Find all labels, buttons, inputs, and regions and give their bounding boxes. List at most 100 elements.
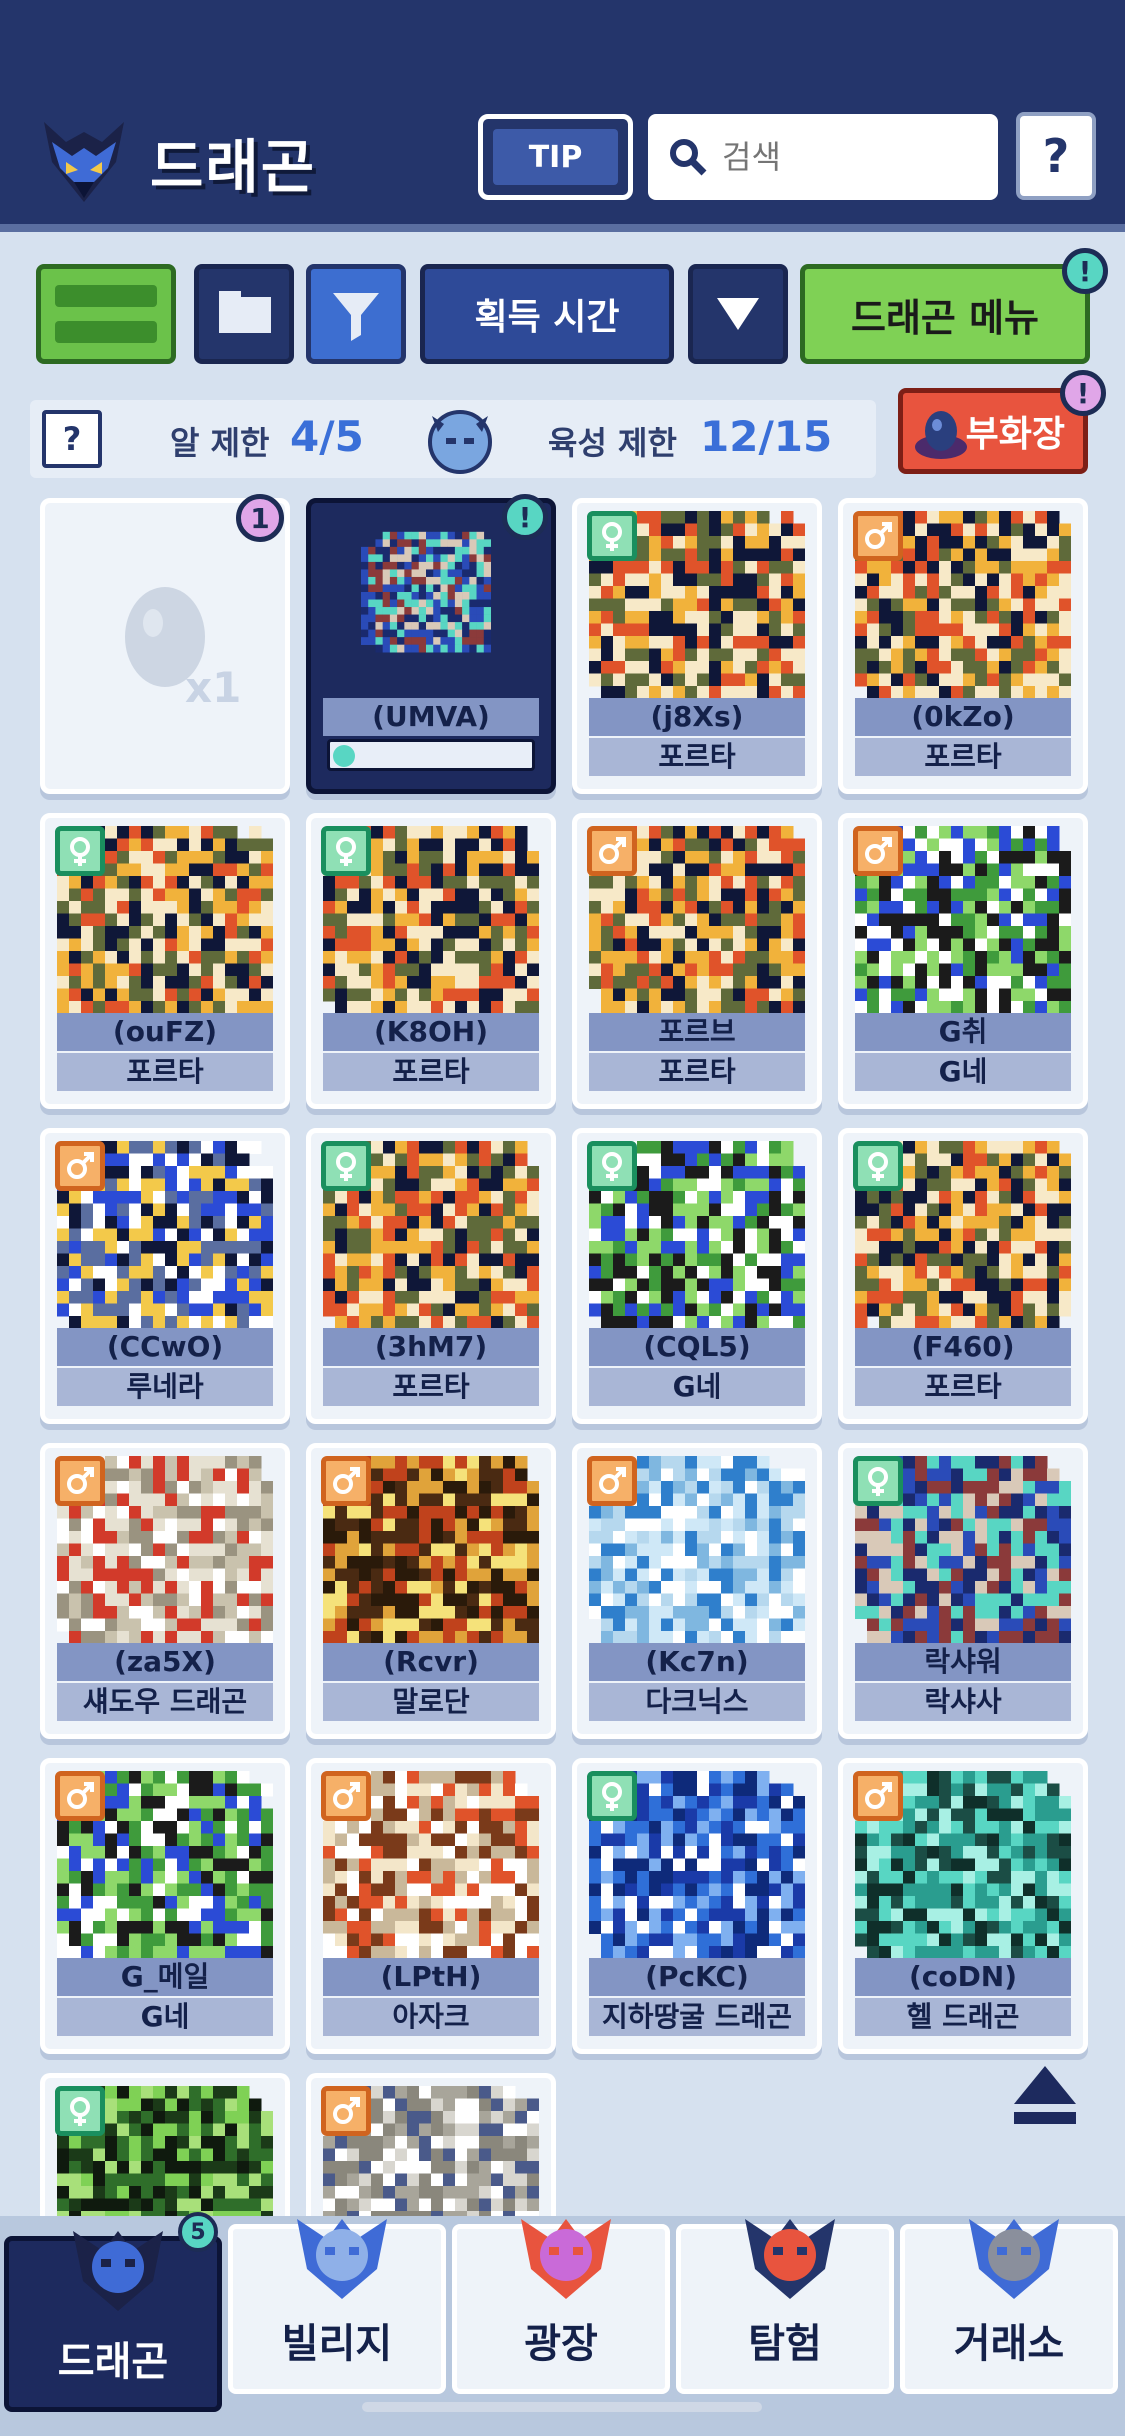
dragon-card[interactable]: (za5X) 섀도우 드래곤 (40, 1443, 290, 1739)
dragon-card[interactable]: (3hM7) 포르타 (306, 1128, 556, 1424)
filter-icon (333, 293, 379, 341)
male-gender-icon (55, 1771, 105, 1821)
dragon-species: G네 (589, 1368, 805, 1406)
dragon-name: G_메일 (57, 1958, 273, 1996)
help-button[interactable]: ? (1016, 112, 1096, 200)
dragon-card[interactable]: G취 G네 (838, 813, 1088, 1109)
dragon-card[interactable]: (ouFZ) 포르타 (40, 813, 290, 1109)
tip-button[interactable]: TIP (478, 114, 633, 200)
female-gender-icon (853, 1141, 903, 1191)
dragon-name: (coDN) (855, 1958, 1071, 1996)
dragon-card[interactable]: (K8OH) 포르타 (306, 813, 556, 1109)
male-gender-icon (587, 1456, 637, 1506)
female-gender-icon (55, 826, 105, 876)
growth-progress-bar (327, 739, 535, 771)
sort-button[interactable]: 획득 시간 (420, 264, 674, 364)
search-field[interactable] (648, 114, 998, 200)
female-gender-icon (321, 826, 371, 876)
nav-tab-3[interactable]: 탐험 (676, 2219, 894, 2394)
male-gender-icon (55, 1141, 105, 1191)
nav-label: 광장 (524, 2321, 598, 2367)
female-gender-icon (587, 1141, 637, 1191)
nav-tab-1[interactable]: 빌리지 (228, 2219, 446, 2394)
home-indicator (362, 2402, 762, 2412)
hatchery-alert-badge: ! (1060, 370, 1106, 416)
search-input[interactable] (722, 138, 962, 176)
dragon-card[interactable]: (CQL5) G네 (572, 1128, 822, 1424)
selected-card-alert-badge: ! (502, 494, 548, 540)
dragon-species: 포르타 (589, 738, 805, 776)
dragon-species: 헬 드래곤 (855, 1998, 1071, 2036)
dragon-species: G네 (57, 1998, 273, 2036)
folder-button[interactable] (194, 264, 294, 364)
dragon-name: 락샤워 (855, 1643, 1071, 1681)
dragon-name: (PcKC) (589, 1958, 805, 1996)
dragon-species: 아자크 (323, 1998, 539, 2036)
dragon-card[interactable]: (PcKC) 지하땅굴 드래곤 (572, 1758, 822, 2054)
list-bar-bottom-icon (55, 321, 157, 343)
dragon-name: (3hM7) (323, 1328, 539, 1366)
top-header: 드래곤 TIP ? (0, 0, 1125, 232)
dragon-tab-badge: 5 (178, 2212, 218, 2252)
female-gender-icon (853, 1456, 903, 1506)
egg-limit-label: 알 제한 (170, 424, 270, 462)
male-gender-icon (853, 826, 903, 876)
tip-label: TIP (493, 129, 618, 185)
dragon-card[interactable]: G_메일 G네 (40, 1758, 290, 2054)
dragon-menu-button[interactable]: 드래곤 메뉴 (800, 264, 1090, 364)
dragon-card[interactable]: (j8Xs) 포르타 (572, 498, 822, 794)
egg-card[interactable]: x1 (40, 498, 290, 794)
dragon-name: (K8OH) (323, 1013, 539, 1051)
limit-bar: ? 알 제한 4/5 육성 제한 12/15 (30, 400, 876, 478)
search-icon (670, 139, 707, 176)
nav-tab-0[interactable]: 드래곤 (4, 2231, 222, 2412)
dragon-name: (j8Xs) (589, 698, 805, 736)
egg-limit-value: 4/5 (290, 412, 364, 461)
dragon-card[interactable]: 락샤워 락샤사 (838, 1443, 1088, 1739)
list-view-button[interactable] (36, 264, 176, 364)
limit-help-button[interactable]: ? (42, 410, 102, 468)
nav-tab-4[interactable]: 거래소 (900, 2219, 1118, 2394)
selected-dragon-card[interactable]: (UMVA) (306, 498, 556, 794)
nav-tab-2[interactable]: 광장 (452, 2219, 670, 2394)
dragon-name: (za5X) (57, 1643, 273, 1681)
dragon-name: (CQL5) (589, 1328, 805, 1366)
dragon-logo-icon (44, 122, 124, 202)
dragon-species: 포르타 (57, 1053, 273, 1091)
dragon-card[interactable]: (Kc7n) 다크닉스 (572, 1443, 822, 1739)
male-gender-icon (853, 511, 903, 561)
dragon-card[interactable]: (coDN) 헬 드래곤 (838, 1758, 1088, 2054)
dragon-face-icon (428, 410, 492, 474)
hatchery-label: 부화장 (965, 414, 1065, 455)
dragon-card[interactable]: 포르브 포르타 (572, 813, 822, 1109)
dragon-card[interactable]: (CCwO) 루네라 (40, 1128, 290, 1424)
plaza-icon (521, 2219, 611, 2299)
exchange-icon (969, 2219, 1059, 2299)
scroll-to-top-icon[interactable] (1010, 2060, 1080, 2130)
male-gender-icon (321, 1771, 371, 1821)
breed-limit-value: 12/15 (700, 412, 833, 461)
dragon-species: 포르타 (855, 738, 1071, 776)
nav-label: 거래소 (953, 2321, 1065, 2367)
dragon-card[interactable]: (F460) 포르타 (838, 1128, 1088, 1424)
egg-count: x1 (185, 663, 242, 712)
male-gender-icon (55, 1456, 105, 1506)
sort-direction-button[interactable] (688, 264, 788, 364)
dragon-name: (LPtH) (323, 1958, 539, 1996)
dragon-species: G네 (855, 1053, 1071, 1091)
dragon-species: 루네라 (57, 1368, 273, 1406)
dragon-card[interactable]: (Rcvr) 말로단 (306, 1443, 556, 1739)
breed-limit-label: 육성 제한 (548, 424, 677, 462)
female-gender-icon (587, 1771, 637, 1821)
dragon-card[interactable]: (LPtH) 아자크 (306, 1758, 556, 2054)
dragon-card[interactable]: (0kZo) 포르타 (838, 498, 1088, 794)
male-gender-icon (587, 826, 637, 876)
dragon-species: 포르타 (323, 1368, 539, 1406)
filter-button[interactable] (306, 264, 406, 364)
folder-icon (219, 291, 271, 333)
dragon-species: 지하땅굴 드래곤 (589, 1998, 805, 2036)
dragon-name: (Kc7n) (589, 1643, 805, 1681)
nav-label: 빌리지 (281, 2321, 393, 2367)
hatchery-button[interactable]: 부화장 (898, 388, 1088, 474)
male-gender-icon (321, 2086, 371, 2136)
